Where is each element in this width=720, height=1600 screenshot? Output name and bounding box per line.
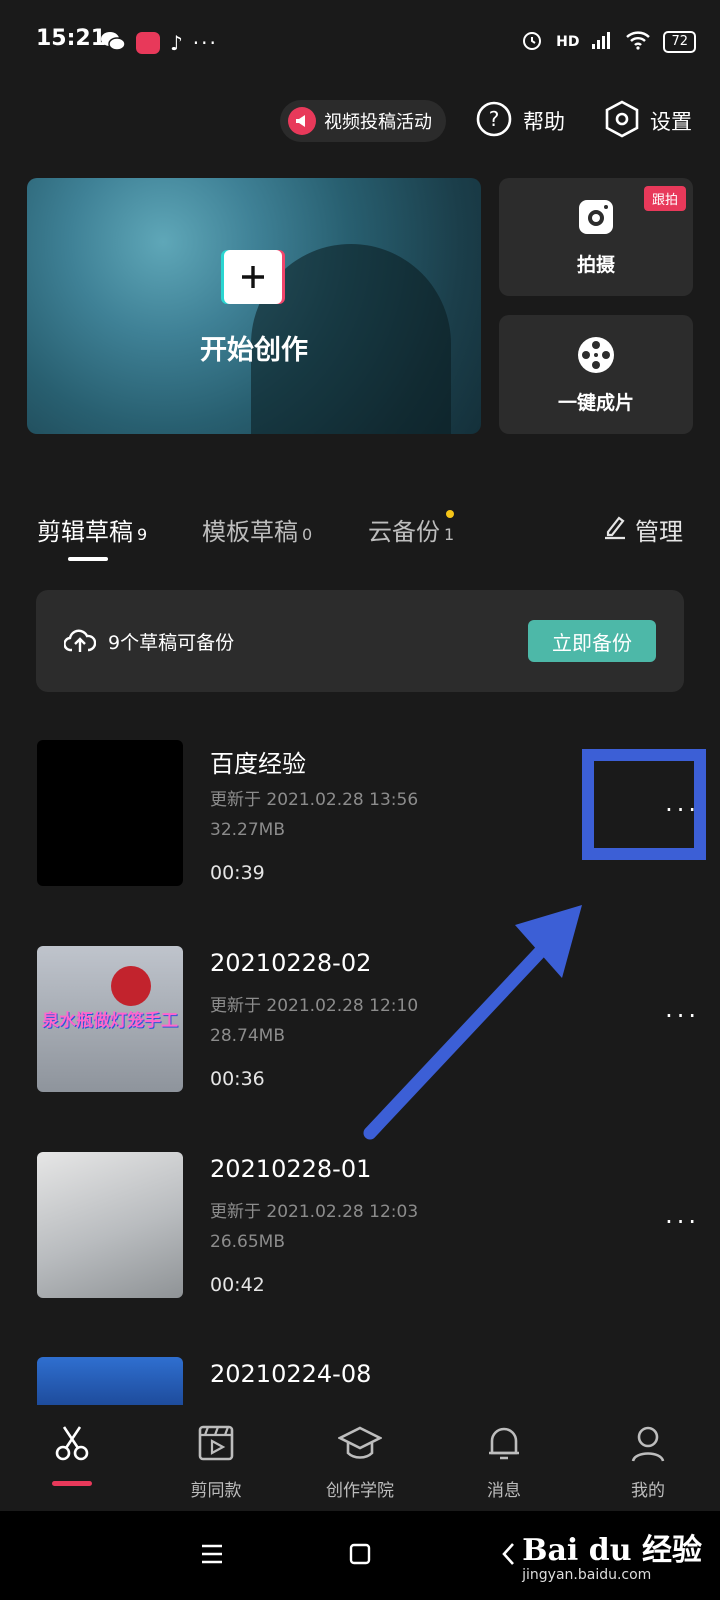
nav-label: 创作学院 bbox=[326, 1481, 394, 1501]
graduation-cap-icon bbox=[337, 1423, 383, 1468]
nav-messages[interactable]: 消息 bbox=[444, 1423, 564, 1501]
home-icon[interactable] bbox=[348, 1542, 372, 1570]
nav-label: 剪同款 bbox=[190, 1481, 242, 1501]
watermark-logo: Bai du 经验 bbox=[522, 1533, 702, 1568]
bell-icon bbox=[484, 1423, 524, 1468]
watermark-url: jingyan.baidu.com bbox=[522, 1567, 652, 1583]
nav-label: 我的 bbox=[631, 1481, 665, 1501]
annotation-arrow bbox=[363, 905, 582, 1140]
nav-profile[interactable]: 我的 bbox=[588, 1423, 708, 1501]
scissors-icon bbox=[52, 1423, 92, 1468]
nav-templates[interactable]: 剪同款 bbox=[156, 1423, 276, 1501]
nav-academy[interactable]: 创作学院 bbox=[300, 1423, 420, 1501]
bottom-nav: 剪同款 创作学院 消息 我的 bbox=[0, 1405, 720, 1511]
nav-edit[interactable] bbox=[12, 1423, 132, 1476]
menu-icon[interactable] bbox=[200, 1543, 224, 1569]
person-icon bbox=[628, 1423, 668, 1468]
baidu-watermark: Bai du 经验 jingyan.baidu.com bbox=[522, 1525, 702, 1583]
back-icon[interactable] bbox=[500, 1541, 516, 1571]
nav-label: 消息 bbox=[487, 1481, 521, 1501]
nav-active-indicator bbox=[52, 1481, 92, 1486]
system-navigation-bar: Bai du 经验 jingyan.baidu.com bbox=[0, 1511, 720, 1600]
film-play-icon bbox=[196, 1423, 236, 1468]
